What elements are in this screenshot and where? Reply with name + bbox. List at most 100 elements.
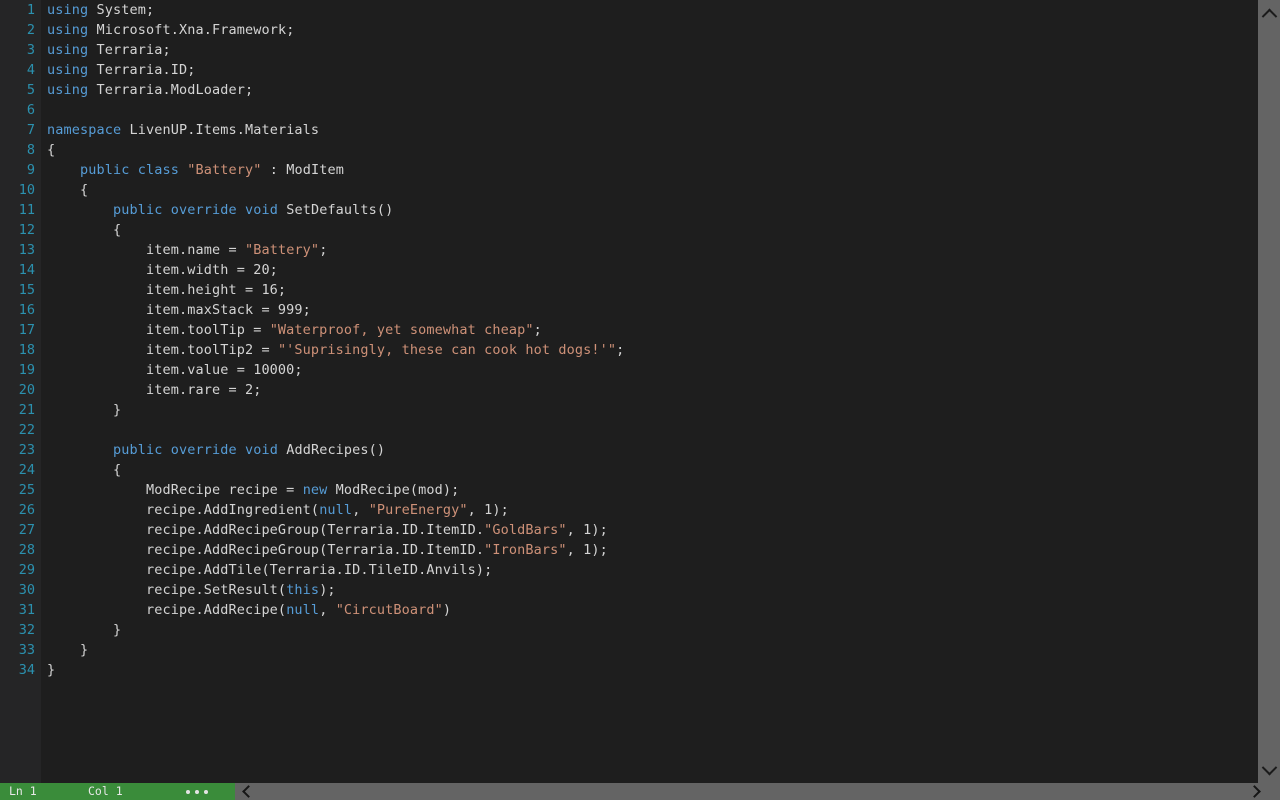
code-line-text: item.toolTip = "Waterproof, yet somewhat… xyxy=(47,320,542,340)
code-line[interactable]: 8{ xyxy=(0,140,1258,160)
vertical-scrollbar[interactable] xyxy=(1258,0,1280,783)
editor-area[interactable]: 1 using System; 2 using Microsoft.Xna.Frame… xyxy=(0,0,1258,783)
code-line-text: } xyxy=(47,400,121,420)
code-line[interactable]: 23 public override void AddRecipes() xyxy=(0,440,1258,460)
code-token: "CircutBoard" xyxy=(335,602,443,618)
code-token: } xyxy=(47,642,89,658)
status-next-button[interactable] xyxy=(1246,783,1262,800)
code-token: AddRecipes() xyxy=(277,442,386,458)
line-number: 29 xyxy=(18,562,35,578)
scroll-up-button[interactable] xyxy=(1258,4,1280,24)
code-token: namespace xyxy=(47,122,122,138)
code-line[interactable]: 9 public class "Battery" : ModItem xyxy=(0,160,1258,180)
code-line-text: { xyxy=(47,220,121,240)
code-token: { xyxy=(47,142,56,158)
code-line[interactable]: 32 } xyxy=(0,620,1258,640)
code-line[interactable]: 19 item.value = 10000; xyxy=(0,360,1258,380)
ellipsis-icon[interactable] xyxy=(186,783,208,800)
line-number: 2 xyxy=(26,22,35,38)
ellipsis-dot xyxy=(186,789,190,794)
code-token: Terraria.ModLoader; xyxy=(88,82,254,98)
code-line-text: item.toolTip2 = "'Suprisingly, these can… xyxy=(47,340,624,360)
code-line-text: } xyxy=(47,620,121,640)
line-number: 21 xyxy=(18,402,35,418)
line-number: 12 xyxy=(18,222,35,238)
line-number: 32 xyxy=(18,622,35,638)
code-line[interactable]: 3 using Terraria; xyxy=(0,40,1258,60)
code-line-text: using System; xyxy=(47,0,154,20)
code-line[interactable]: 18 item.toolTip2 = "'Suprisingly, these … xyxy=(0,340,1258,360)
code-line-text: using Terraria.ID; xyxy=(47,60,195,80)
code-line[interactable]: 13 item.name = "Battery"; xyxy=(0,240,1258,260)
code-line[interactable]: 21 } xyxy=(0,400,1258,420)
line-number: 14 xyxy=(18,262,35,278)
code-line[interactable]: 34} xyxy=(0,660,1258,680)
code-line[interactable]: 29 recipe.AddTile(Terraria.ID.TileID.Anv… xyxy=(0,560,1258,580)
line-number: 18 xyxy=(18,342,35,358)
code-line-text: { xyxy=(47,460,121,480)
code-line[interactable]: 20 item.rare = 2; xyxy=(0,380,1258,400)
code-token: using xyxy=(47,42,89,58)
status-prev-button[interactable] xyxy=(240,783,256,800)
code-line[interactable]: 10 { xyxy=(0,180,1258,200)
code-line[interactable]: 16 item.maxStack = 999; xyxy=(0,300,1258,320)
code-content[interactable]: 1 using System; 2 using Microsoft.Xna.Frame… xyxy=(0,0,1258,680)
code-line[interactable]: 7 namespace LivenUP.Items.Materials xyxy=(0,120,1258,140)
code-editor-window: 1 using System; 2 using Microsoft.Xna.Frame… xyxy=(0,0,1280,800)
code-token: null xyxy=(286,602,320,618)
code-line[interactable]: 28 recipe.AddRecipeGroup(Terraria.ID.Ite… xyxy=(0,540,1258,560)
code-line-text: using Terraria; xyxy=(47,40,171,60)
code-line[interactable]: 5 using Terraria.ModLoader; xyxy=(0,80,1258,100)
code-line-text: ModRecipe recipe = new ModRecipe(mod); xyxy=(47,480,459,500)
code-line[interactable]: 4 using Terraria.ID; xyxy=(0,60,1258,80)
line-number: 27 xyxy=(18,522,35,538)
code-line[interactable]: 11 public override void SetDefaults() xyxy=(0,200,1258,220)
code-line-text: recipe.AddRecipeGroup(Terraria.ID.ItemID… xyxy=(47,520,608,540)
status-line-indicator[interactable]: Ln 1 xyxy=(9,783,37,800)
code-token: } xyxy=(47,622,122,638)
code-token: "Battery" xyxy=(187,162,262,178)
line-number: 30 xyxy=(18,582,35,598)
code-line[interactable]: 27 recipe.AddRecipeGroup(Terraria.ID.Ite… xyxy=(0,520,1258,540)
code-line[interactable]: 1 using System; xyxy=(0,0,1258,20)
code-line-text: namespace LivenUP.Items.Materials xyxy=(47,120,319,140)
code-line-text: } xyxy=(47,640,88,660)
code-line-text: item.height = 16; xyxy=(47,280,286,300)
line-number: 9 xyxy=(26,162,35,178)
status-bar: Ln 1 Col 1 xyxy=(0,783,1280,800)
line-number: 22 xyxy=(18,422,35,438)
code-line[interactable]: 24 { xyxy=(0,460,1258,480)
code-token: using xyxy=(47,22,89,38)
line-number: 11 xyxy=(18,202,35,218)
code-line[interactable]: 12 { xyxy=(0,220,1258,240)
code-line-text: item.width = 20; xyxy=(47,260,278,280)
line-number: 4 xyxy=(26,62,35,78)
code-line[interactable]: 6 xyxy=(0,100,1258,120)
code-line[interactable]: 2 using Microsoft.Xna.Framework; xyxy=(0,20,1258,40)
code-line-text: using Terraria.ModLoader; xyxy=(47,80,253,100)
line-number: 8 xyxy=(26,142,35,158)
code-line[interactable]: 14 item.width = 20; xyxy=(0,260,1258,280)
code-token: item.height = 16; xyxy=(47,282,287,298)
code-line[interactable]: 17 item.toolTip = "Waterproof, yet somew… xyxy=(0,320,1258,340)
line-number: 31 xyxy=(18,602,35,618)
code-line[interactable]: 15 item.height = 16; xyxy=(0,280,1258,300)
code-token: , 1); xyxy=(566,542,608,558)
code-line[interactable]: 26 recipe.AddIngredient(null, "PureEnerg… xyxy=(0,500,1258,520)
code-line[interactable]: 33 } xyxy=(0,640,1258,660)
code-token: "'Suprisingly, these can cook hot dogs!'… xyxy=(277,342,617,358)
code-line-text: recipe.AddIngredient(null, "PureEnergy",… xyxy=(47,500,509,520)
line-number: 1 xyxy=(26,2,35,18)
ellipsis-dot xyxy=(204,789,208,794)
code-token: "PureEnergy" xyxy=(368,502,468,518)
code-line[interactable]: 30 recipe.SetResult(this); xyxy=(0,580,1258,600)
code-line[interactable]: 25 ModRecipe recipe = new ModRecipe(mod)… xyxy=(0,480,1258,500)
code-line[interactable]: 31 recipe.AddRecipe(null, "CircutBoard") xyxy=(0,600,1258,620)
scroll-down-button[interactable] xyxy=(1258,759,1280,779)
code-line-text: using Microsoft.Xna.Framework; xyxy=(47,20,294,40)
code-token: recipe.SetResult( xyxy=(47,582,287,598)
code-line[interactable]: 22 xyxy=(0,420,1258,440)
status-column-indicator[interactable]: Col 1 xyxy=(88,783,123,800)
code-token: "Battery" xyxy=(244,242,320,258)
